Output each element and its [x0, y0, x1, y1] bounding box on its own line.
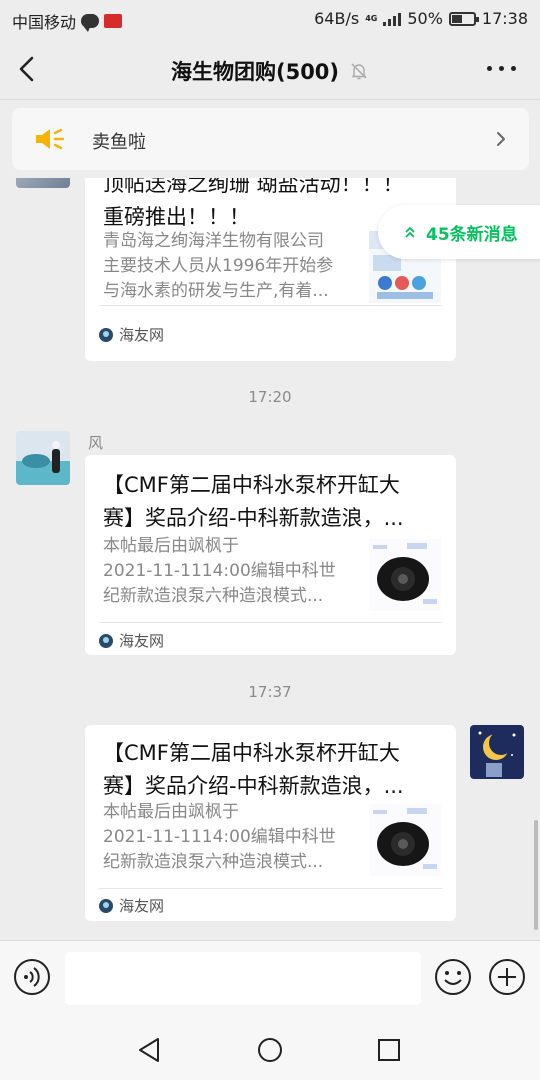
status-bar: 中国移动 64B/s 4G 50% 17:38: [0, 0, 540, 38]
message-notification-icon: [81, 14, 100, 32]
voice-input-button[interactable]: [13, 958, 51, 996]
chevron-right-icon: [497, 132, 505, 146]
network-speed: 64B/s: [314, 9, 360, 28]
nav-back-button[interactable]: [136, 1036, 164, 1064]
chat-header: 海生物团购(500): [0, 38, 540, 100]
chat-title: 海生物团购(500): [170, 60, 340, 84]
huawei-app-icon: [104, 14, 123, 28]
link-card-title: 顶帖送海之绚珊 瑚盐活动！！！ 重磅推出！！！: [103, 178, 404, 229]
chat-messages-area[interactable]: 顶帖送海之绚珊 瑚盐活动！！！ 重磅推出！！！ 青岛海之绚海洋生物有限公司 主要…: [0, 178, 540, 940]
link-card-source: 海友网: [119, 326, 165, 344]
battery-icon: [448, 11, 479, 26]
timestamp: 17:20: [248, 388, 292, 406]
message-input[interactable]: [65, 952, 421, 1005]
source-logo-icon: [99, 898, 113, 913]
more-functions-button[interactable]: [488, 958, 526, 996]
link-card-source: 海友网: [119, 632, 165, 650]
battery-percent: 50%: [407, 9, 443, 28]
link-card-message[interactable]: 【CMF第二届中科水泵杯开缸大 赛】奖品介绍-中科新款造浪，... 本帖最后由飒…: [85, 725, 456, 921]
timestamp: 17:37: [248, 683, 292, 701]
carrier-label: 中国移动: [12, 13, 77, 32]
speaker-icon: [36, 128, 65, 150]
link-card-source: 海友网: [119, 897, 165, 915]
group-notice-bar[interactable]: 卖鱼啦: [12, 108, 529, 170]
input-bar: [0, 940, 540, 1016]
sender-name: 风: [88, 434, 104, 452]
source-logo-icon: [99, 327, 113, 342]
link-card-thumbnail: [369, 539, 441, 611]
notice-text: 卖鱼啦: [92, 132, 146, 153]
signal-strength-icon: [383, 12, 402, 26]
link-card-title: 【CMF第二届中科水泵杯开缸大 赛】奖品介绍-中科新款造浪，...: [103, 741, 404, 798]
link-card-description: 本帖最后由飒枫于 2021-11-1114:00编辑中科世 纪新款造浪泵六种造浪…: [103, 536, 336, 606]
mute-bell-icon: [351, 63, 367, 80]
avatar[interactable]: [16, 178, 70, 188]
network-type-icon: 4G: [365, 13, 378, 23]
clock: 17:38: [481, 9, 528, 28]
system-nav-bar: [0, 1016, 540, 1080]
nav-home-button[interactable]: [257, 1037, 283, 1063]
link-card-message[interactable]: 【CMF第二届中科水泵杯开缸大 赛】奖品介绍-中科新款造浪，... 本帖最后由飒…: [85, 455, 456, 655]
double-chevron-up-icon: [405, 226, 415, 238]
battery-level-fill: [451, 14, 463, 23]
more-options-button[interactable]: [487, 66, 516, 71]
nav-recent-apps-button[interactable]: [377, 1038, 401, 1062]
new-messages-button[interactable]: 45条新消息: [378, 205, 540, 259]
link-card-thumbnail: [369, 804, 441, 876]
new-messages-label: 45条新消息: [426, 224, 518, 245]
my-avatar[interactable]: [470, 725, 524, 779]
emoji-button[interactable]: [434, 958, 472, 996]
scrollbar[interactable]: [534, 820, 538, 930]
link-card-title: 【CMF第二届中科水泵杯开缸大 赛】奖品介绍-中科新款造浪，...: [103, 473, 404, 530]
sender-avatar[interactable]: [16, 431, 70, 485]
link-card-description: 本帖最后由飒枫于 2021-11-1114:00编辑中科世 纪新款造浪泵六种造浪…: [103, 802, 336, 872]
source-logo-icon: [99, 633, 113, 648]
link-card-description: 青岛海之绚海洋生物有限公司 主要技术人员从1996年开始参 与海水素的研发与生产…: [103, 231, 334, 301]
